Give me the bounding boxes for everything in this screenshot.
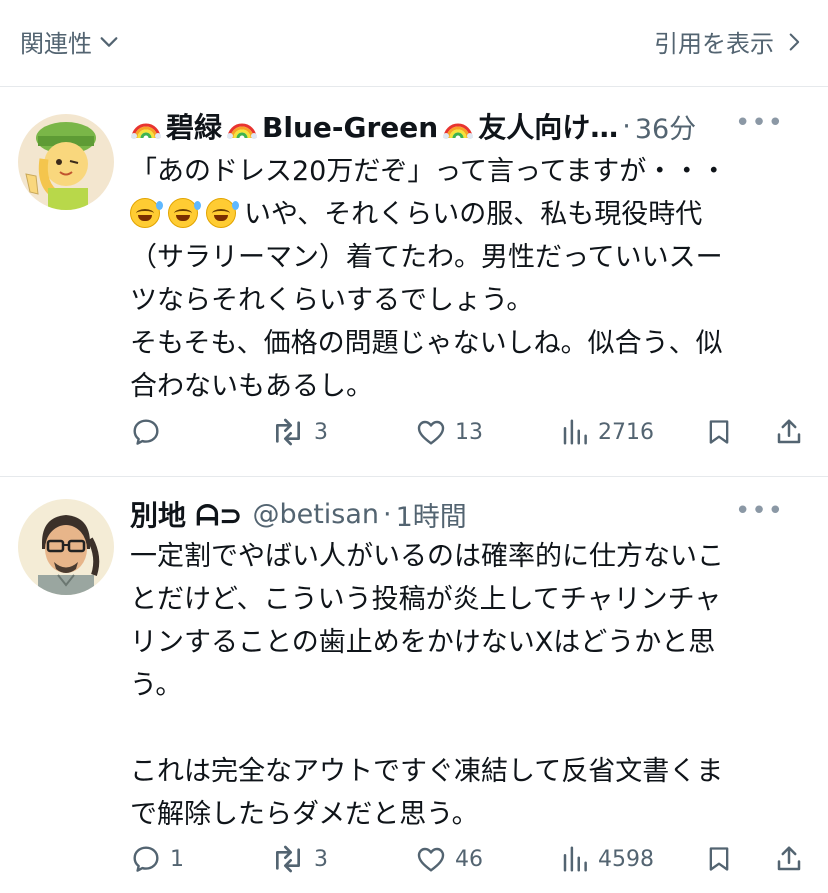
- username[interactable]: @betisan: [252, 499, 379, 530]
- action-bar: 3 13 2716: [130, 412, 810, 452]
- view-quotes-label: 引用を表示: [654, 30, 774, 58]
- avatar[interactable]: [18, 114, 114, 210]
- separator-dot: ·: [622, 110, 631, 142]
- bookmark-button[interactable]: [705, 839, 733, 879]
- chevron-down-icon: [100, 36, 118, 47]
- text-line: う。: [130, 670, 183, 701]
- repost-button[interactable]: 3: [270, 412, 328, 452]
- views-chart-icon: [563, 846, 587, 872]
- action-bar: 1 3 46 4598: [130, 839, 810, 879]
- chevron-right-icon: [789, 33, 800, 50]
- rofl-emoji-icon: [206, 198, 239, 228]
- text-line: ツならそれくらいするでしょう。: [130, 285, 534, 316]
- repost-count: 3: [314, 419, 328, 445]
- name-part: 碧緑: [166, 111, 223, 144]
- top-bar: 関連性 引用を表示: [0, 0, 828, 87]
- heart-icon: [417, 420, 445, 445]
- reply-icon: [133, 846, 159, 872]
- text-line: とだけど、こういう投稿が炎上してチャリンチャ: [130, 584, 722, 615]
- tweet-header: 別地 ᗩ⊃ @betisan · 1時間 •••: [130, 494, 808, 534]
- text-line: 合わないもあるし。: [130, 371, 373, 402]
- text-line: いや、それくらいの服、私も現役時代: [130, 193, 798, 236]
- more-options-icon[interactable]: •••: [735, 108, 784, 138]
- share-button[interactable]: [774, 412, 804, 452]
- heart-icon: [417, 847, 445, 872]
- like-button[interactable]: 46: [415, 839, 483, 879]
- share-icon: [777, 419, 801, 444]
- like-count: 46: [455, 846, 483, 872]
- relevance-label: 関連性: [20, 30, 92, 58]
- views-chart-icon: [563, 419, 587, 445]
- text-line: 「あのドレス20万だぞ」って言ってますが・・・: [130, 156, 728, 187]
- rainbow-icon: [226, 117, 258, 139]
- display-name[interactable]: 碧緑 Blue-Green 友人向け…: [130, 106, 618, 146]
- text-segment: いや、それくらいの服、私も現役時代: [244, 199, 703, 230]
- text-line: （サラリーマン）着てたわ。男性だっていいスー: [130, 242, 723, 273]
- more-options-icon[interactable]: •••: [735, 496, 784, 526]
- name-part: 友人向け…: [478, 111, 619, 144]
- reply-tweet[interactable]: 碧緑 Blue-Green 友人向け… · 36分 ••• 「あのドレス20万だぞ」…: [0, 86, 828, 477]
- rofl-emoji-icon: [168, 198, 201, 228]
- bookmark-button[interactable]: [705, 412, 733, 452]
- reply-count: 1: [170, 846, 184, 872]
- tweet-header: 碧緑 Blue-Green 友人向け… · 36分 •••: [130, 106, 808, 146]
- timestamp[interactable]: 36分: [635, 107, 696, 146]
- share-button[interactable]: [774, 839, 804, 879]
- view-quotes-link[interactable]: 引用を表示: [654, 24, 804, 59]
- text-line: これは完全なアウトですぐ凍結して反省文書くま: [130, 756, 724, 787]
- reply-tweet[interactable]: 別地 ᗩ⊃ @betisan · 1時間 ••• 一定割でやばい人がいるのは確率…: [0, 477, 828, 893]
- display-name[interactable]: 別地 ᗩ⊃: [130, 494, 242, 534]
- text-line: リンすることの歯止めをかけないXはどうかと思: [130, 627, 716, 658]
- bookmark-icon: [709, 420, 729, 444]
- reply-icon: [133, 419, 159, 445]
- like-button[interactable]: 13: [415, 412, 483, 452]
- bookmark-icon: [709, 847, 729, 871]
- rofl-emoji-icon: [130, 198, 163, 228]
- tweet-text: 「あのドレス20万だぞ」って言ってますが・・・ いや、それくらいの服、私も現役時…: [130, 150, 798, 408]
- timestamp[interactable]: 1時間: [396, 495, 467, 534]
- name-part: Blue-Green: [262, 111, 439, 144]
- repost-icon: [276, 418, 300, 446]
- views-button[interactable]: 2716: [560, 412, 654, 452]
- repost-count: 3: [314, 846, 328, 872]
- repost-icon: [276, 845, 300, 873]
- reply-button[interactable]: 1: [130, 839, 184, 879]
- rainbow-icon: [442, 117, 474, 139]
- avatar[interactable]: [18, 499, 114, 595]
- text-line: 一定割でやばい人がいるのは確率的に仕方ないこ: [130, 541, 724, 572]
- rainbow-icon: [130, 117, 162, 139]
- separator-dot: ·: [383, 498, 392, 530]
- text-line: そもそも、価格の問題じゃないしね。似合う、似: [130, 328, 723, 359]
- relevance-sort-button[interactable]: 関連性: [20, 24, 120, 59]
- like-count: 13: [455, 419, 483, 445]
- view-count: 2716: [598, 419, 654, 445]
- repost-button[interactable]: 3: [270, 839, 328, 879]
- share-icon: [777, 846, 801, 871]
- reply-button[interactable]: [130, 412, 170, 452]
- views-button[interactable]: 4598: [560, 839, 654, 879]
- tweet-text: 一定割でやばい人がいるのは確率的に仕方ないこ とだけど、こういう投稿が炎上してチ…: [130, 535, 798, 836]
- view-count: 4598: [598, 846, 654, 872]
- text-line: で解除したらダメだと思う。: [130, 799, 479, 830]
